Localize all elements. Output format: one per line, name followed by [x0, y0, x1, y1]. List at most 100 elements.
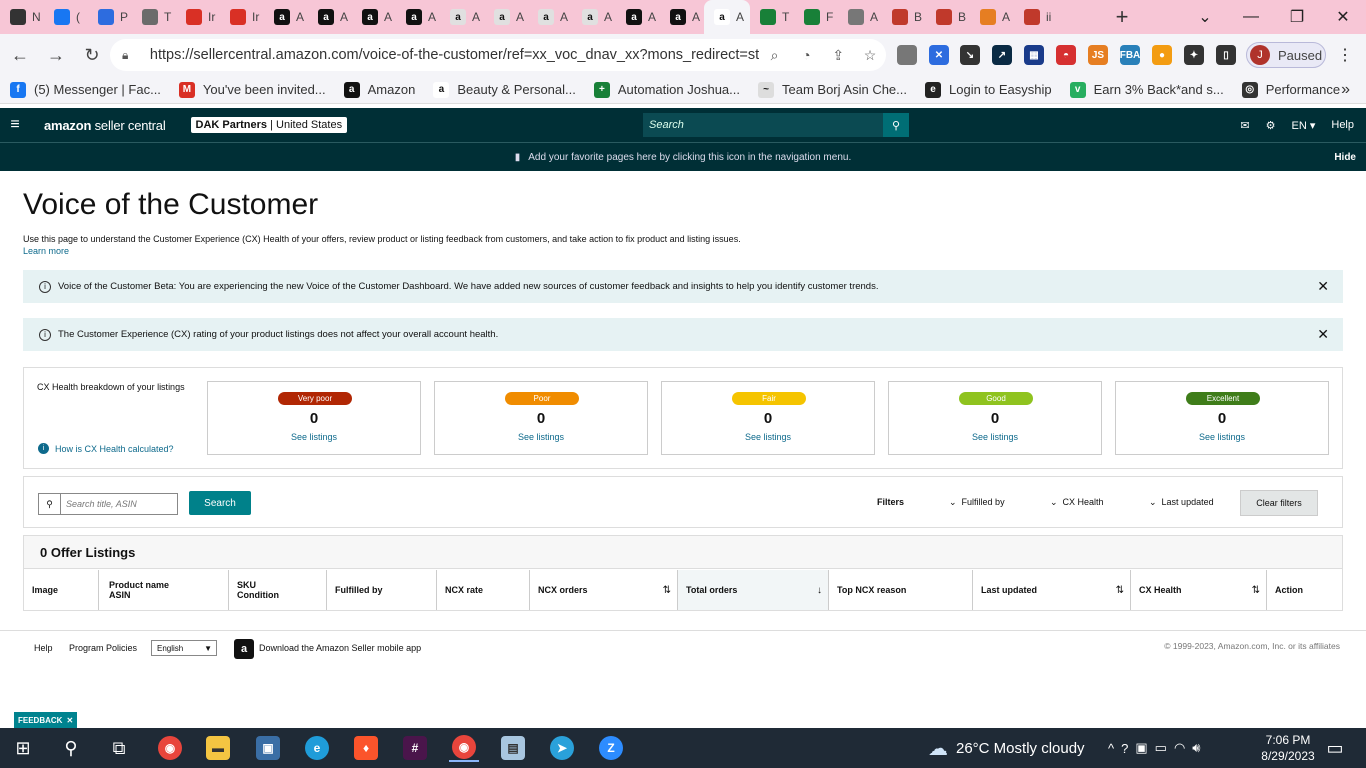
- cx-health-filter[interactable]: ⌄ CX Health: [1050, 497, 1104, 508]
- sort-descending-icon[interactable]: ↓: [817, 585, 822, 596]
- footer-help-link[interactable]: Help: [34, 643, 53, 653]
- see-listings-link[interactable]: See listings: [889, 432, 1101, 442]
- cx-health-calculation-text[interactable]: How is CX Health calculated?: [55, 444, 174, 454]
- performance-icon[interactable]: ◔: [791, 47, 823, 63]
- browser-tab[interactable]: (: [44, 0, 88, 34]
- cx-health-calculation-link[interactable]: i How is CX Health calculated?: [38, 443, 174, 454]
- weather-widget[interactable]: ☁ 26°C Mostly cloudy: [928, 728, 1085, 768]
- bookmark-item[interactable]: f (5) Messenger | Fac...: [10, 81, 161, 98]
- telegram-icon[interactable]: ➤: [547, 734, 577, 762]
- download-app-link[interactable]: Download the Amazon Seller mobile app: [259, 643, 421, 653]
- listing-search-placeholder[interactable]: Search title, ASIN: [61, 499, 137, 509]
- x-ext-icon[interactable]: ✕: [929, 45, 949, 65]
- see-listings-link[interactable]: See listings: [1116, 432, 1328, 442]
- control-panel-icon[interactable]: ▣: [253, 734, 283, 762]
- help-link[interactable]: Help: [1331, 119, 1354, 131]
- column-total-orders[interactable]: Total orders ↓: [677, 570, 828, 610]
- seller-app-icon[interactable]: a: [234, 639, 254, 659]
- bookmark-item[interactable]: v Earn 3% Back*and s...: [1069, 81, 1224, 98]
- task-view-icon[interactable]: ⧉: [104, 734, 134, 762]
- sort-icon[interactable]: ⇅: [1252, 585, 1260, 596]
- mail-icon[interactable]: ✉: [1240, 119, 1249, 132]
- js-icon[interactable]: JS: [1088, 45, 1108, 65]
- back-icon[interactable]: ←: [4, 39, 36, 71]
- restore-icon[interactable]: ❐: [1274, 0, 1320, 34]
- column-cx-health[interactable]: CX Health ⇅: [1130, 570, 1266, 610]
- seller-search-input[interactable]: Search: [643, 119, 883, 131]
- fulfilled-by-filter[interactable]: ⌄ Fulfilled by: [949, 497, 1005, 508]
- browser-tab[interactable]: Ir: [176, 0, 220, 34]
- see-listings-link[interactable]: See listings: [435, 432, 647, 442]
- forward-icon[interactable]: →: [40, 39, 72, 71]
- language-selector[interactable]: EN ▾: [1292, 119, 1316, 132]
- cursor-icon[interactable]: ↘: [960, 45, 980, 65]
- wifi-icon[interactable]: ◠: [1174, 740, 1185, 756]
- chrome-taskbar-icon[interactable]: ◉: [155, 734, 185, 762]
- browser-tab[interactable]: aA: [396, 0, 440, 34]
- volume-icon[interactable]: 🔊︎: [1192, 740, 1200, 756]
- column-ncx-orders[interactable]: NCX orders ⇅: [529, 570, 677, 610]
- address-bar[interactable]: 🔒︎ https://sellercentral.amazon.com/voic…: [110, 39, 886, 71]
- bookmark-item[interactable]: a Beauty & Personal...: [433, 81, 576, 98]
- close-icon[interactable]: ✕: [1317, 278, 1329, 295]
- profile-button[interactable]: J Paused: [1246, 42, 1326, 68]
- last-updated-filter[interactable]: ⌄ Last updated: [1149, 497, 1214, 508]
- file-explorer-icon[interactable]: ▬: [203, 734, 233, 762]
- menu-icon[interactable]: ≡: [0, 116, 30, 134]
- orange-circle-icon[interactable]: ●: [1152, 45, 1172, 65]
- clear-filters-button[interactable]: Clear filters: [1240, 490, 1318, 516]
- reload-icon[interactable]: ↻: [76, 39, 108, 71]
- column-last-updated[interactable]: Last updated ⇅: [972, 570, 1130, 610]
- zoom-icon[interactable]: Z: [596, 734, 626, 762]
- close-icon[interactable]: ✕: [1317, 326, 1329, 343]
- browser-tab[interactable]: B: [926, 0, 970, 34]
- bookmark-item[interactable]: a Amazon: [343, 81, 415, 98]
- tab-search-icon[interactable]: ⌄: [1182, 0, 1228, 34]
- brave-icon[interactable]: ♦: [351, 734, 381, 762]
- notification-icon[interactable]: ▭: [1320, 734, 1350, 762]
- bookmarks-overflow-icon[interactable]: »: [1341, 81, 1350, 99]
- close-icon[interactable]: ✕: [66, 716, 73, 725]
- see-listings-link[interactable]: See listings: [662, 432, 874, 442]
- browser-tab[interactable]: aA: [616, 0, 660, 34]
- browser-tab[interactable]: P: [88, 0, 132, 34]
- browser-tab[interactable]: aA: [528, 0, 572, 34]
- hide-button[interactable]: Hide: [1334, 152, 1356, 163]
- close-window-icon[interactable]: ✕: [1320, 0, 1366, 34]
- browser-tab[interactable]: F: [794, 0, 838, 34]
- browser-tab[interactable]: A: [970, 0, 1014, 34]
- feedback-button[interactable]: FEEDBACK ✕: [14, 712, 78, 728]
- program-policies-link[interactable]: Program Policies: [69, 643, 137, 653]
- lock-icon[interactable]: 🔒︎: [122, 48, 140, 63]
- seller-central-logo[interactable]: amazon seller central: [44, 118, 166, 133]
- puzzle-icon[interactable]: ✦: [1184, 45, 1204, 65]
- battery-icon[interactable]: ▭: [1155, 740, 1167, 756]
- bookmark-star-icon[interactable]: ☆: [854, 47, 886, 64]
- disk-icon[interactable]: [897, 45, 917, 65]
- edge-icon[interactable]: e: [302, 734, 332, 762]
- listing-search-input[interactable]: ⚲ Search title, ASIN: [38, 493, 178, 515]
- browser-tab[interactable]: aA✕: [704, 0, 750, 34]
- fba-icon[interactable]: FBA: [1120, 45, 1140, 65]
- browser-tab[interactable]: aA: [484, 0, 528, 34]
- browser-tab[interactable]: T: [750, 0, 794, 34]
- search-icon[interactable]: ⚲: [56, 734, 86, 762]
- notes-icon[interactable]: ▤: [498, 734, 528, 762]
- clock[interactable]: 7:06 PM 8/29/2023: [1257, 732, 1319, 764]
- chrome-menu-icon[interactable]: ⋮: [1330, 38, 1360, 72]
- chevron-up-icon[interactable]: ^: [1108, 741, 1114, 756]
- share-icon[interactable]: ⇪: [822, 47, 854, 64]
- bookmark-item[interactable]: M You've been invited...: [178, 81, 326, 98]
- sidebar-icon[interactable]: ▯: [1216, 45, 1236, 65]
- pokeball-icon[interactable]: ◓: [1056, 45, 1076, 65]
- help-circle-icon[interactable]: ?: [1121, 741, 1128, 756]
- learn-more-link[interactable]: Learn more: [23, 246, 69, 256]
- browser-tab[interactable]: N: [0, 0, 44, 34]
- sort-icon[interactable]: ⇅: [663, 585, 671, 596]
- browser-tab[interactable]: aA: [660, 0, 704, 34]
- browser-tab[interactable]: aA: [308, 0, 352, 34]
- windows-start-icon[interactable]: ⊞: [8, 734, 38, 762]
- new-tab-button[interactable]: +: [1104, 4, 1140, 30]
- browser-tab[interactable]: aA: [572, 0, 616, 34]
- browser-tab[interactable]: T: [132, 0, 176, 34]
